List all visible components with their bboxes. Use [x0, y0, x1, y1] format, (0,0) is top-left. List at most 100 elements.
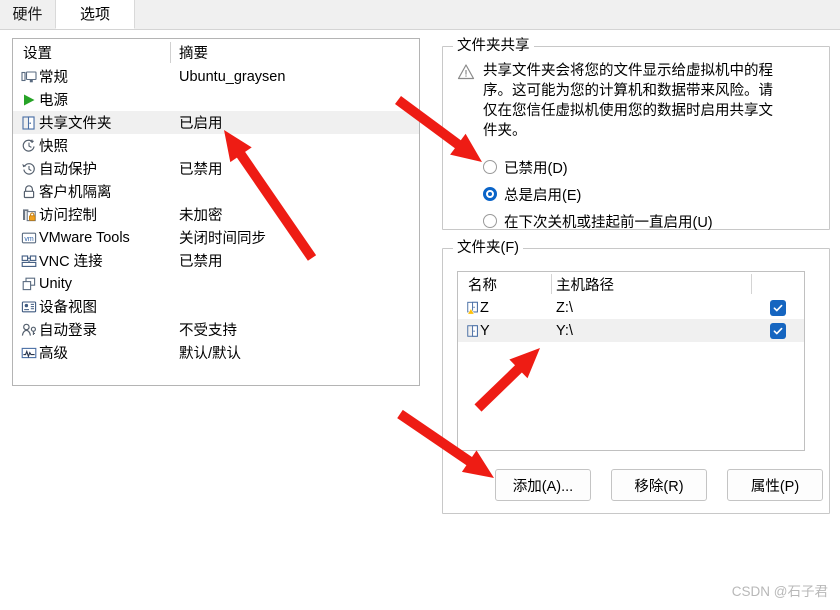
advanced-icon — [13, 345, 39, 361]
auto-login-icon — [13, 322, 39, 338]
settings-row-10[interactable]: Unity — [13, 272, 419, 295]
settings-row-label: 访问控制 — [39, 208, 97, 224]
autoprotect-icon — [13, 161, 39, 177]
folder-icon — [458, 323, 480, 339]
vmware-tools-icon: vm — [13, 230, 39, 246]
settings-row-label: VMware Tools — [39, 229, 130, 246]
tab-bar: 硬件 选项 — [0, 0, 840, 30]
folders-rows-container: Z Z:\ Y Y:\ — [458, 296, 804, 342]
settings-list-panel[interactable]: 设置 摘要 常规 Ubuntu_graysen 电源共享文件夹 已启用快照自动保护 已禁… — [12, 38, 420, 386]
folders-column-header-path: 主机路径 — [556, 277, 614, 294]
folders-header-divider-2 — [751, 274, 752, 294]
checkbox-checked-icon — [770, 299, 786, 316]
folders-group: 文件夹(F) 名称 主机路径 Z Z:\ Y Y:\ 添加(A)... 移除(R) 属… — [442, 240, 830, 514]
settings-row-label: 高级 — [39, 346, 68, 362]
folders-column-header-name: 名称 — [468, 277, 497, 294]
radio-always-enabled-label: 总是启用(E) — [504, 187, 582, 204]
folder-row-name: Z — [480, 299, 489, 316]
access-control-icon — [13, 207, 39, 223]
folders-button-row: 添加(A)... 移除(R) 属性(P) — [495, 469, 823, 501]
settings-row-summary: 已禁用 — [179, 254, 223, 270]
checkbox-checked-icon — [770, 322, 786, 339]
settings-row-11[interactable]: 设备视图 — [13, 295, 419, 318]
settings-row-2[interactable]: 电源 — [13, 88, 419, 111]
settings-row-label: 电源 — [39, 93, 68, 109]
tab-hardware[interactable]: 硬件 — [0, 0, 55, 29]
monitor-icon — [13, 69, 39, 85]
settings-row-3[interactable]: 共享文件夹 已启用 — [13, 111, 419, 134]
settings-row-summary: 关闭时间同步 — [179, 231, 266, 247]
tab-options-label: 选项 — [79, 5, 110, 23]
settings-list-header: 设置 摘要 — [13, 39, 419, 65]
svg-text:vm: vm — [24, 236, 34, 243]
settings-row-summary: 已启用 — [179, 116, 223, 132]
folders-group-title: 文件夹(F) — [453, 240, 524, 257]
settings-row-summary: 不受支持 — [179, 323, 237, 339]
settings-rows-container: 常规 Ubuntu_graysen 电源共享文件夹 已启用快照自动保护 已禁用客户机隔离… — [13, 65, 419, 364]
folder-row-path: Y:\ — [556, 322, 573, 339]
power-play-icon — [13, 92, 39, 108]
unity-icon — [13, 276, 39, 292]
settings-row-1[interactable]: 常规 Ubuntu_graysen — [13, 65, 419, 88]
settings-row-6[interactable]: 客户机隔离 — [13, 180, 419, 203]
folders-table[interactable]: 名称 主机路径 Z Z:\ Y Y:\ — [457, 271, 805, 451]
settings-row-label: VNC 连接 — [39, 254, 103, 270]
folders-table-header: 名称 主机路径 — [458, 272, 804, 296]
folder-properties-button-label: 属性(P) — [750, 478, 800, 495]
folders-header-divider-1 — [551, 274, 552, 294]
folder-row[interactable]: Y Y:\ — [458, 319, 804, 342]
settings-row-7[interactable]: 访问控制 未加密 — [13, 203, 419, 226]
folder-row-enabled-checkbox[interactable] — [752, 299, 804, 316]
settings-row-summary: Ubuntu_graysen — [179, 68, 286, 85]
settings-row-label: 共享文件夹 — [39, 116, 112, 132]
tab-hardware-label: 硬件 — [12, 6, 43, 23]
column-header-summary: 摘要 — [179, 45, 208, 62]
snapshot-clock-icon — [13, 138, 39, 154]
vnc-icon — [13, 253, 39, 269]
settings-row-label: Unity — [39, 275, 73, 292]
settings-row-5[interactable]: 自动保护 已禁用 — [13, 157, 419, 180]
tab-options[interactable]: 选项 — [55, 0, 135, 29]
settings-row-summary: 已禁用 — [179, 162, 223, 178]
radio-always-enabled-indicator — [483, 187, 497, 201]
remove-folder-button[interactable]: 移除(R) — [611, 469, 707, 501]
folder-sharing-group-title: 文件夹共享 — [453, 38, 534, 55]
radio-disabled[interactable]: 已禁用(D) — [483, 157, 568, 177]
radio-until-next-shutdown-indicator — [483, 214, 497, 228]
settings-row-label: 自动登录 — [39, 323, 97, 339]
folder-row[interactable]: Z Z:\ — [458, 296, 804, 319]
settings-row-9[interactable]: VNC 连接 已禁用 — [13, 249, 419, 272]
sharing-warning-block: 共享文件夹会将您的文件显示给虚拟机中的程序。这可能为您的计算机和数据带来风险。请… — [457, 61, 815, 141]
lock-icon — [13, 184, 39, 200]
settings-row-8[interactable]: vm VMware Tools 关闭时间同步 — [13, 226, 419, 249]
settings-row-4[interactable]: 快照 — [13, 134, 419, 157]
add-folder-button-label: 添加(A)... — [512, 478, 574, 495]
settings-row-label: 常规 — [39, 70, 68, 86]
watermark: CSDN @石子君 — [731, 584, 828, 599]
settings-row-label: 快照 — [39, 139, 68, 155]
settings-row-summary: 默认/默认 — [179, 346, 242, 362]
radio-until-next-shutdown[interactable]: 在下次关机或挂起前一直启用(U) — [483, 211, 713, 231]
sharing-warning-text: 共享文件夹会将您的文件显示给虚拟机中的程序。这可能为您的计算机和数据带来风险。请… — [483, 63, 773, 139]
device-view-icon — [13, 299, 39, 315]
column-header-setting: 设置 — [23, 45, 52, 62]
settings-row-13[interactable]: 高级 默认/默认 — [13, 341, 419, 364]
vm-settings-dialog: 硬件 选项 设置 摘要 常规 Ubuntu_graysen 电源共享文件夹 已启用快照… — [0, 0, 840, 610]
folder-warning-icon — [458, 300, 480, 316]
folder-properties-button[interactable]: 属性(P) — [727, 469, 823, 501]
settings-row-label: 设备视图 — [39, 300, 97, 316]
folder-row-path: Z:\ — [556, 299, 573, 316]
header-divider — [170, 42, 171, 63]
settings-row-label: 客户机隔离 — [39, 185, 112, 201]
folder-sharing-group: 文件夹共享 共享文件夹会将您的文件显示给虚拟机中的程序。这可能为您的计算机和数据… — [442, 38, 830, 231]
radio-disabled-indicator — [483, 160, 497, 174]
add-folder-button[interactable]: 添加(A)... — [495, 469, 591, 501]
radio-always-enabled[interactable]: 总是启用(E) — [483, 184, 581, 204]
folder-row-name: Y — [480, 322, 490, 339]
tab-bar-filler — [135, 0, 840, 29]
shared-folder-icon — [13, 115, 39, 131]
settings-row-12[interactable]: 自动登录 不受支持 — [13, 318, 419, 341]
warning-triangle-icon — [457, 63, 475, 81]
radio-disabled-label: 已禁用(D) — [504, 160, 568, 177]
folder-row-enabled-checkbox[interactable] — [752, 322, 804, 339]
